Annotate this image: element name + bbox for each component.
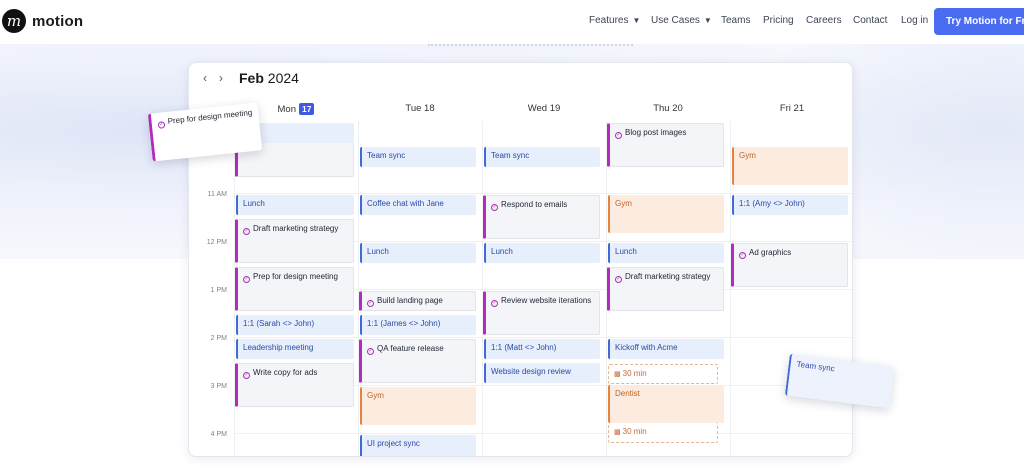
- task-block[interactable]: ✓ Ad graphics: [731, 243, 848, 287]
- nav-contact[interactable]: Contact: [853, 15, 887, 26]
- task-block[interactable]: ✓ Prep for design meeting: [235, 267, 354, 311]
- event-block[interactable]: 1:1 (James <> John): [360, 315, 476, 335]
- site-header: m motion Features ▼ Use Cases ▼ Teams Pr…: [0, 0, 1024, 44]
- task-block[interactable]: ✓ Draft marketing strategy: [607, 267, 724, 311]
- task-block[interactable]: ✓ Build landing page: [359, 291, 476, 311]
- travel-time-label: 30 min: [622, 369, 647, 378]
- calendar-header: ‹ › Feb 2024: [203, 70, 299, 86]
- checkbox-icon: ✓: [615, 132, 622, 139]
- task-block[interactable]: ✓ Draft marketing strategy: [235, 219, 354, 263]
- nav-use-cases[interactable]: Use Cases ▼: [651, 15, 712, 26]
- event-block[interactable]: 1:1 (Sarah <> John): [236, 315, 354, 335]
- event-block[interactable]: 1:1 (Amy <> John): [732, 195, 848, 215]
- task-label: Prep for design meeting: [253, 272, 338, 281]
- chevron-down-icon: ▼: [703, 16, 712, 25]
- event-block[interactable]: 1:1 (Matt <> John): [484, 339, 600, 359]
- chevron-down-icon: ▼: [632, 16, 641, 25]
- checkbox-icon: ✓: [491, 204, 498, 211]
- task-label: Draft marketing strategy: [625, 272, 711, 281]
- day-header-fri: Fri 21: [779, 103, 805, 114]
- checkbox-icon: ✓: [615, 276, 622, 283]
- chevron-left-icon[interactable]: ‹: [203, 71, 219, 85]
- task-label: Draft marketing strategy: [253, 224, 339, 233]
- task-block[interactable]: ✓ Blog post images: [607, 123, 724, 167]
- nav-login[interactable]: Log in: [901, 15, 928, 26]
- car-icon: ▩: [614, 429, 621, 436]
- floating-task-label: Prep for design meeting: [167, 107, 253, 126]
- calendar-grid: sync Lunch ✓Draft marketing strategy ✓Pr…: [234, 121, 852, 456]
- checkbox-icon: ✓: [367, 348, 374, 355]
- logo[interactable]: m motion: [2, 9, 83, 33]
- checkbox-icon: ✓: [491, 300, 498, 307]
- event-block[interactable]: Team sync: [484, 147, 600, 167]
- time-label: 2 PM: [210, 335, 227, 342]
- brand-name: motion: [32, 12, 84, 30]
- checkbox-icon: ✓: [739, 252, 746, 259]
- event-block[interactable]: Coffee chat with Jane: [360, 195, 476, 215]
- event-block-dentist[interactable]: Dentist: [608, 385, 724, 423]
- event-block[interactable]: Lunch: [608, 243, 724, 263]
- task-block[interactable]: ✓ Review website iterations: [483, 291, 600, 335]
- day-header-thu: Thu 20: [653, 103, 683, 114]
- event-block[interactable]: Lunch: [236, 195, 354, 215]
- travel-time-block[interactable]: ▩ 30 min: [608, 423, 718, 443]
- car-icon: ▩: [614, 371, 621, 378]
- event-block[interactable]: Team sync: [360, 147, 476, 167]
- event-block-gym[interactable]: Gym: [360, 387, 476, 425]
- nav-careers[interactable]: Careers: [806, 15, 842, 26]
- today-badge: 17: [299, 103, 315, 115]
- decorative-divider: [428, 44, 633, 47]
- travel-time-block[interactable]: ▩ 30 min: [608, 364, 718, 384]
- time-label: 1 PM: [210, 287, 227, 294]
- grid-divider: [234, 337, 852, 338]
- event-block[interactable]: Website design review: [484, 363, 600, 383]
- task-block[interactable]: ✓ Write copy for ads: [235, 363, 354, 407]
- calendar-month-title: Feb 2024: [239, 70, 299, 86]
- task-label: QA feature release: [377, 344, 444, 353]
- event-block[interactable]: UI project sync: [360, 435, 476, 456]
- task-label: Respond to emails: [501, 200, 568, 209]
- time-label: 3 PM: [210, 383, 227, 390]
- nav-features-label: Features: [589, 15, 629, 26]
- time-label: 12 PM: [206, 239, 227, 246]
- checkbox-icon: ✓: [157, 121, 166, 129]
- task-label: Build landing page: [377, 296, 443, 305]
- event-block[interactable]: Lunch: [484, 243, 600, 263]
- event-block[interactable]: Kickoff with Acme: [608, 339, 724, 359]
- checkbox-icon: ✓: [367, 300, 374, 307]
- year-label: 2024: [267, 70, 299, 86]
- nav-pricing[interactable]: Pricing: [763, 15, 794, 26]
- nav-use-cases-label: Use Cases: [651, 15, 700, 26]
- task-label: Write copy for ads: [253, 368, 318, 377]
- day-name: Mon: [277, 104, 296, 115]
- task-block[interactable]: ✓ Respond to emails: [483, 195, 600, 239]
- try-motion-button[interactable]: Try Motion for Free: [934, 8, 1024, 35]
- grid-divider: [234, 433, 852, 434]
- calendar-preview: ‹ › Feb 2024 Mon 17 Tue 18 Wed 19 Thu 20 …: [188, 62, 853, 457]
- event-block[interactable]: Leadership meeting: [236, 339, 354, 359]
- chevron-right-icon[interactable]: ›: [219, 71, 235, 85]
- day-header-wed: Wed 19: [527, 103, 561, 114]
- event-block[interactable]: Lunch: [360, 243, 476, 263]
- grid-divider: [234, 193, 852, 194]
- task-label: Review website iterations: [501, 296, 592, 305]
- travel-time-label: 30 min: [622, 427, 647, 436]
- event-block-gym[interactable]: Gym: [608, 195, 724, 233]
- motion-logo-icon: m: [2, 9, 26, 33]
- nav-teams[interactable]: Teams: [721, 15, 750, 26]
- task-label: Blog post images: [625, 128, 687, 137]
- event-block-gym[interactable]: Gym: [732, 147, 848, 185]
- month-label: Feb: [239, 70, 264, 86]
- task-block[interactable]: ✓ QA feature release: [359, 339, 476, 383]
- time-label: 4 PM: [210, 431, 227, 438]
- nav-features[interactable]: Features ▼: [589, 15, 640, 26]
- time-label: 11 AM: [207, 191, 227, 198]
- checkbox-icon: ✓: [243, 372, 250, 379]
- checkbox-icon: ✓: [243, 228, 250, 235]
- checkbox-icon: ✓: [243, 276, 250, 283]
- task-label: Ad graphics: [749, 248, 792, 257]
- day-header-tue: Tue 18: [405, 103, 435, 114]
